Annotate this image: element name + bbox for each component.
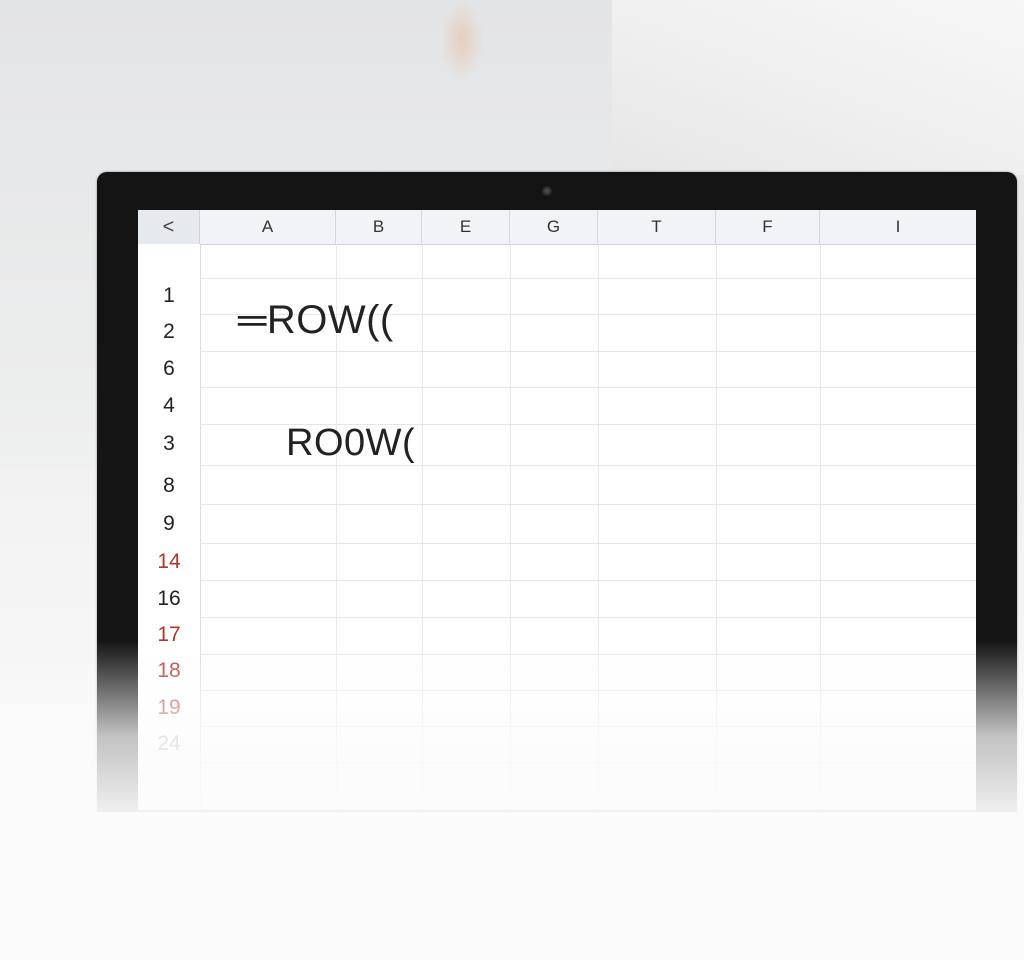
row-gridline: [200, 504, 976, 505]
formula-cell-text[interactable]: ═ROW((: [238, 298, 394, 343]
row-number[interactable]: 4: [138, 394, 200, 418]
row-number[interactable]: 1: [138, 284, 200, 308]
row-number[interactable]: 14: [138, 550, 200, 574]
row-number[interactable]: 16: [138, 587, 200, 611]
column-header-bar: < A B E G T F I: [138, 210, 976, 245]
back-button[interactable]: <: [138, 210, 200, 244]
column-header-b[interactable]: B: [336, 210, 422, 244]
formula-cell-text-2[interactable]: RO0W(: [286, 422, 415, 465]
webcam-icon: [542, 186, 552, 196]
column-header-t[interactable]: T: [598, 210, 716, 244]
column-header-i[interactable]: I: [820, 210, 976, 244]
row-number[interactable]: 8: [138, 474, 200, 498]
column-header-e[interactable]: E: [422, 210, 510, 244]
background-lamp: [440, 0, 484, 80]
column-header-g[interactable]: G: [510, 210, 598, 244]
row-gridline: [200, 351, 976, 352]
row-gridline: [200, 278, 976, 279]
row-number[interactable]: 2: [138, 320, 200, 344]
column-header-f[interactable]: F: [716, 210, 820, 244]
row-gridline: [200, 543, 976, 544]
foreground-blur: [0, 640, 1024, 960]
row-gridline: [200, 465, 976, 466]
background-wall: [612, 0, 1024, 175]
row-number[interactable]: 9: [138, 512, 200, 536]
row-gridline: [200, 580, 976, 581]
row-gridline: [200, 617, 976, 618]
column-header-a[interactable]: A: [200, 210, 336, 244]
row-number[interactable]: 6: [138, 357, 200, 381]
row-number[interactable]: 3: [138, 432, 200, 456]
row-gridline: [200, 387, 976, 388]
